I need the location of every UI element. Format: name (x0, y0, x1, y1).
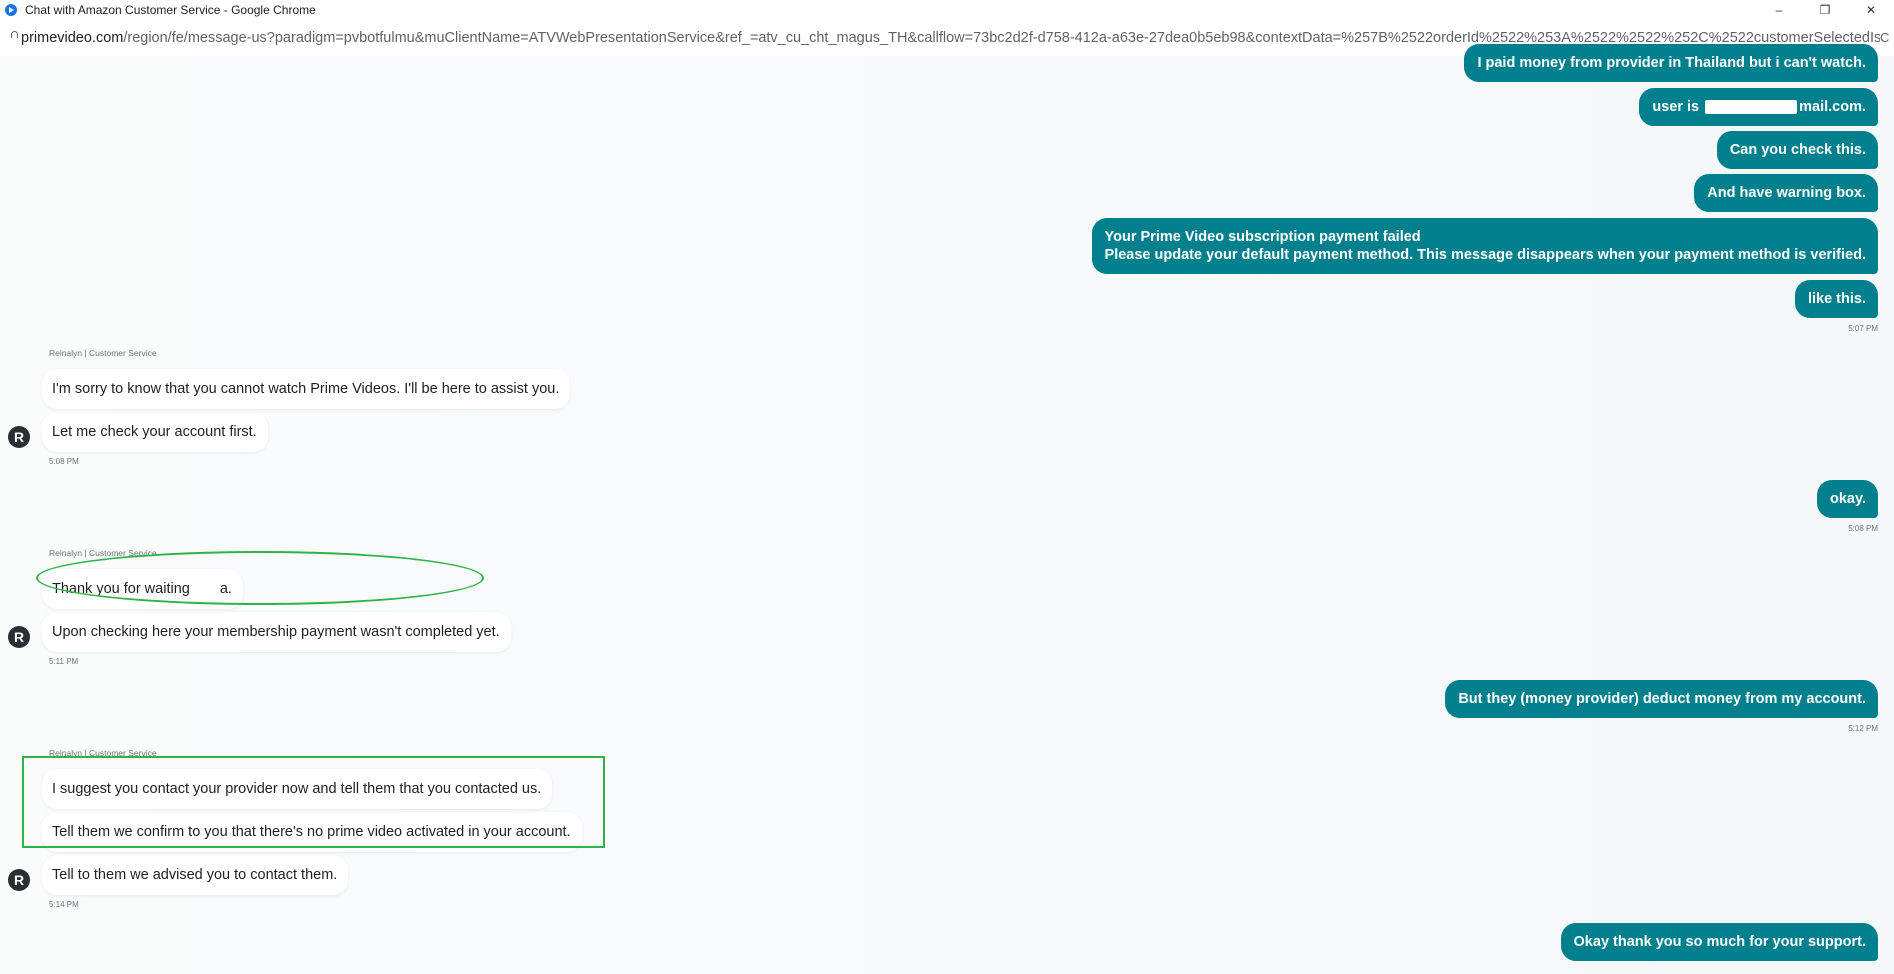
close-button[interactable]: ✕ (1848, 0, 1894, 20)
message-text: user is (1652, 99, 1700, 115)
agent-message: Upon checking here your membership payme… (42, 612, 511, 652)
redacted-email (1705, 100, 1798, 115)
message-line: Your Prime Video subscription payment fa… (1104, 229, 1421, 245)
window-title-bar: Chat with Amazon Customer Service - Goog… (0, 0, 1894, 20)
user-message: okay. (1816, 480, 1878, 518)
highlight-rectangle (22, 756, 605, 848)
agent-label: Reinalyn | Customer Service (49, 348, 157, 358)
timestamp: 5:11 PM (49, 657, 79, 666)
window-title: Chat with Amazon Customer Service - Goog… (25, 3, 316, 17)
url-domain[interactable]: primevideo.com (21, 30, 123, 46)
timestamp: 5:08 PM (49, 457, 79, 466)
user-message: I paid money from provider in Thailand b… (1464, 44, 1878, 82)
message-line: Please update your default payment metho… (1104, 247, 1866, 263)
user-message: But they (money provider) deduct money f… (1445, 680, 1878, 718)
user-message: Can you check this. (1716, 131, 1878, 169)
restore-button[interactable]: ❐ (1802, 0, 1848, 20)
agent-avatar: R (8, 626, 30, 648)
user-message: Okay thank you so much for your support. (1560, 923, 1878, 961)
agent-message: Let me check your account first. (42, 412, 268, 452)
user-message: user is mail.com. (1639, 88, 1878, 126)
agent-avatar: R (8, 426, 30, 448)
agent-avatar: R (8, 869, 30, 891)
highlight-ellipse (36, 551, 484, 605)
timestamp: 5:12 PM (1848, 724, 1878, 733)
window-controls: – ❐ ✕ (1756, 0, 1894, 20)
timestamp: 5:08 PM (1848, 524, 1878, 533)
timestamp: 5:07 PM (1848, 324, 1878, 333)
chrome-icon (5, 4, 17, 16)
agent-message: I'm sorry to know that you cannot watch … (42, 369, 571, 409)
user-message: And have warning box. (1694, 174, 1878, 212)
agent-message: Tell to them we advised you to contact t… (42, 855, 349, 895)
user-message: like this. (1794, 280, 1878, 318)
minimize-button[interactable]: – (1756, 0, 1802, 20)
message-text: mail.com. (1799, 99, 1866, 115)
timestamp: 5:14 PM (49, 900, 79, 909)
reload-icon[interactable]: C (1880, 20, 1894, 56)
user-message: Your Prime Video subscription payment fa… (1091, 218, 1878, 274)
